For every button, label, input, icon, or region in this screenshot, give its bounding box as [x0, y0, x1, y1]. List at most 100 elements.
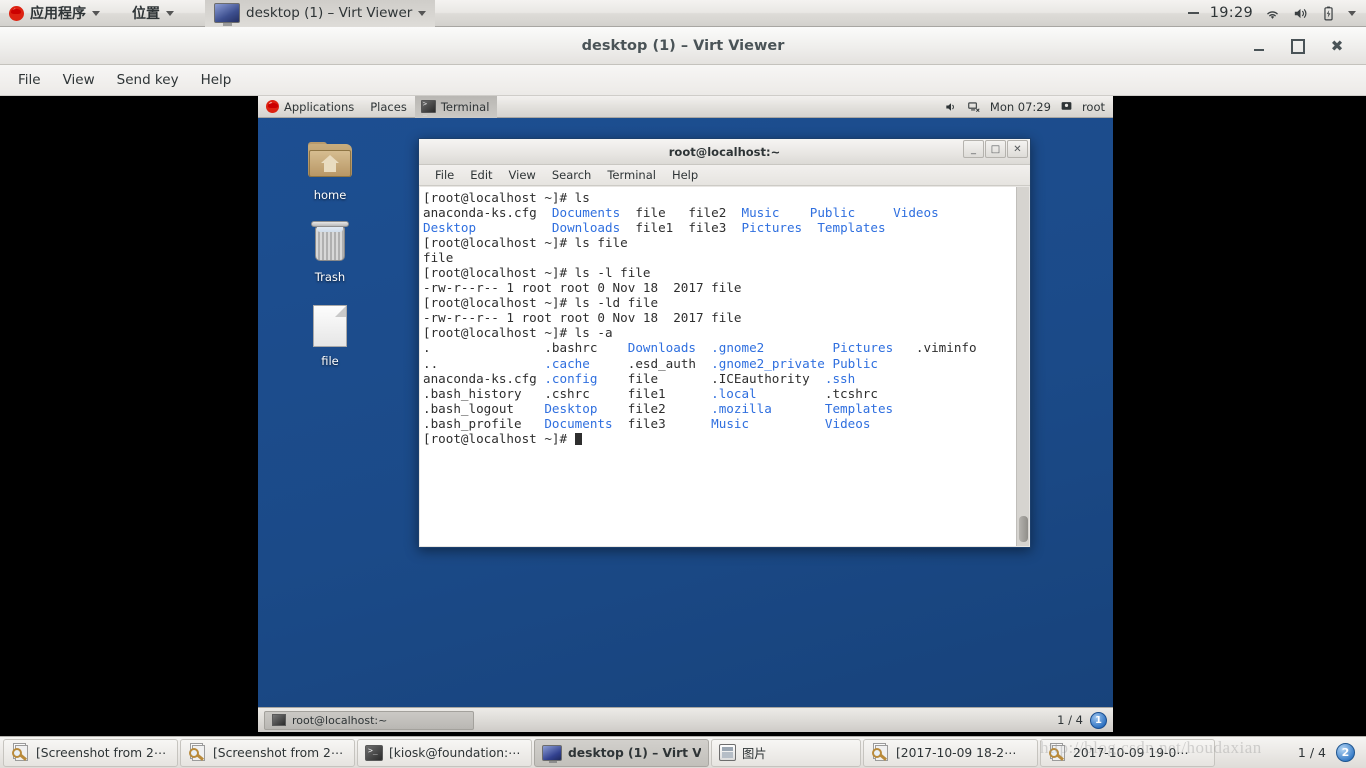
close-icon[interactable]: ✕ [1007, 140, 1028, 158]
desktop-icon-home[interactable]: home [295, 136, 365, 202]
terminal-dir-name: .gnome2 [711, 340, 765, 356]
terminal-window-buttons: _ □ ✕ [963, 140, 1028, 158]
letterbox-right [1113, 96, 1366, 736]
terminal-dir-name: .cache [544, 355, 590, 371]
terminal-text-span: .bash_profile [423, 415, 545, 431]
terminal-titlebar[interactable]: root@localhost:~ _ □ ✕ [419, 139, 1030, 165]
terminal-line: . .bashrc Downloads .gnome2 Pictures .vi… [423, 340, 1029, 355]
terminal-text-span: [root@localhost ~]# [423, 430, 575, 446]
maximize-icon[interactable]: □ [985, 140, 1006, 158]
terminal-text-span: file file2 [620, 205, 742, 221]
terminal-dir-name: Videos [893, 205, 939, 221]
terminal-menu-edit[interactable]: Edit [463, 166, 499, 184]
terminal-dir-name: .ssh [824, 370, 856, 386]
folder-home-icon [295, 136, 365, 184]
screenshot-icon [1048, 743, 1067, 762]
terminal-title: root@localhost:~ [668, 144, 781, 159]
terminal-text-span: [root@localhost ~]# ls file [423, 235, 628, 251]
guest-desktop: Applications Places Terminal Mon 0 [258, 96, 1113, 732]
terminal-text-span: .viminfo [893, 340, 977, 356]
terminal-text-span: anaconda-ks.cfg [423, 370, 545, 386]
volume-icon[interactable] [944, 100, 958, 114]
taskbar-item-label: [kiosk@foundation:⋯ [389, 745, 521, 760]
close-icon[interactable]: ✖ [1330, 37, 1344, 55]
guest-clock[interactable]: Mon 07:29 [990, 100, 1051, 114]
terminal-line: [root@localhost ~]# ls -ld file [423, 295, 1029, 310]
taskbar-item-virt-viewer[interactable]: desktop (1) – Virt V⋯ [534, 738, 709, 767]
terminal-line: .bash_history .cshrc file1 .local .tcshr… [423, 386, 1029, 401]
network-disconnected-icon[interactable] [967, 100, 981, 114]
taskbar-item-screenshot-3[interactable]: [2017-10-09 18-2⋯ [863, 738, 1038, 767]
host-window-menu[interactable]: desktop (1) – Virt Viewer [205, 0, 436, 27]
maximize-icon[interactable] [1291, 39, 1305, 53]
terminal-line: [root@localhost ~]# [423, 431, 1029, 446]
scrollbar-thumb[interactable] [1019, 516, 1028, 542]
terminal-scrollbar[interactable] [1016, 187, 1029, 546]
guest-user-label[interactable]: root [1082, 100, 1105, 114]
taskbar-item-screenshot-1[interactable]: [Screenshot from 2⋯ [3, 738, 178, 767]
terminal-text-span: [root@localhost ~]# ls -ld file [423, 295, 659, 311]
desktop-icon-file[interactable]: file [295, 302, 365, 368]
terminal-text-span [764, 340, 832, 355]
virt-viewer-icon [214, 3, 240, 26]
minimize-icon[interactable] [1252, 39, 1266, 53]
terminal-line: Desktop Downloads file1 file3 Pictures T… [423, 220, 1029, 235]
terminal-menu-view[interactable]: View [502, 166, 543, 184]
terminal-icon [420, 100, 436, 116]
terminal-text-span: [root@localhost ~]# ls -l file [423, 265, 651, 281]
terminal-menu-help[interactable]: Help [665, 166, 705, 184]
menu-view[interactable]: View [53, 68, 105, 92]
menu-file[interactable]: File [8, 68, 51, 92]
taskbar-item-kiosk-terminal[interactable]: [kiosk@foundation:⋯ [357, 738, 532, 767]
battery-icon[interactable] [1320, 5, 1337, 22]
picture-icon [719, 744, 736, 761]
screen-root: 应用程序 位置 desktop (1) – Virt Viewer 19:29 [0, 0, 1366, 768]
guest-workspace-badge[interactable]: 1 [1090, 711, 1107, 729]
terminal-text-span: .bash_history .cshrc file1 [423, 385, 712, 401]
terminal-text-span: file2 [597, 400, 712, 416]
terminal-dir-name: Desktop [423, 220, 477, 236]
desktop-icon-label: Trash [314, 270, 346, 284]
taskbar-item-screenshot-4[interactable]: 2017-10-09 19-0⋯ [1040, 738, 1215, 767]
chevron-down-icon [418, 10, 427, 16]
taskbar-item-label: desktop (1) – Virt V⋯ [568, 745, 701, 760]
terminal-menu-search[interactable]: Search [545, 166, 599, 184]
guest-window-terminal[interactable]: Terminal [414, 96, 498, 118]
terminal-dir-name: Documents [551, 205, 621, 221]
chevron-down-icon[interactable] [1348, 10, 1356, 16]
wifi-icon[interactable] [1264, 5, 1281, 22]
host-workspace-switcher[interactable]: 1 / 4 2 [1298, 743, 1363, 762]
volume-icon[interactable] [1292, 5, 1309, 22]
host-places-menu[interactable]: 位置 [123, 0, 183, 27]
terminal-line: [root@localhost ~]# ls [423, 190, 1029, 205]
guest-workspace-switcher[interactable]: 1 / 4 1 [1057, 711, 1107, 729]
terminal-menu-file[interactable]: File [428, 166, 461, 184]
terminal-text-span: anaconda-ks.cfg [423, 205, 552, 221]
guest-taskbar-item-terminal[interactable]: root@localhost:~ [264, 710, 474, 730]
guest-places-menu[interactable]: Places [362, 96, 415, 118]
host-applications-menu[interactable]: 应用程序 [0, 0, 109, 27]
menu-send-key[interactable]: Send key [107, 68, 189, 92]
host-clock[interactable]: 19:29 [1210, 5, 1253, 21]
terminal-cursor [574, 432, 582, 445]
guest-applications-menu[interactable]: Applications [258, 96, 362, 118]
terminal-text-span [696, 340, 711, 355]
terminal-text-span [597, 340, 627, 355]
desktop-icon-trash[interactable]: Trash [295, 218, 365, 284]
terminal-menu-terminal[interactable]: Terminal [600, 166, 663, 184]
host-workspace-badge[interactable]: 2 [1336, 743, 1355, 762]
terminal-dir-name: .local [711, 385, 757, 401]
minimize-icon[interactable]: _ [963, 140, 984, 158]
terminal-line: -rw-r--r-- 1 root root 0 Nov 18 2017 fil… [423, 310, 1029, 325]
terminal-dir-name: Music [741, 205, 780, 221]
taskbar-item-label: [2017-10-09 18-2⋯ [896, 745, 1017, 760]
taskbar-item-screenshot-2[interactable]: [Screenshot from 2⋯ [180, 738, 355, 767]
taskbar-item-pictures[interactable]: 图片 [711, 738, 861, 767]
guest-places-label: Places [370, 99, 407, 114]
terminal-output-area[interactable]: [root@localhost ~]# ls anaconda-ks.cfg Do… [420, 187, 1029, 546]
file-icon [295, 302, 365, 350]
terminal-line: [root@localhost ~]# ls -a [423, 325, 1029, 340]
menu-help[interactable]: Help [191, 68, 242, 92]
terminal-text-span [779, 205, 809, 220]
terminal-line: file [423, 250, 1029, 265]
